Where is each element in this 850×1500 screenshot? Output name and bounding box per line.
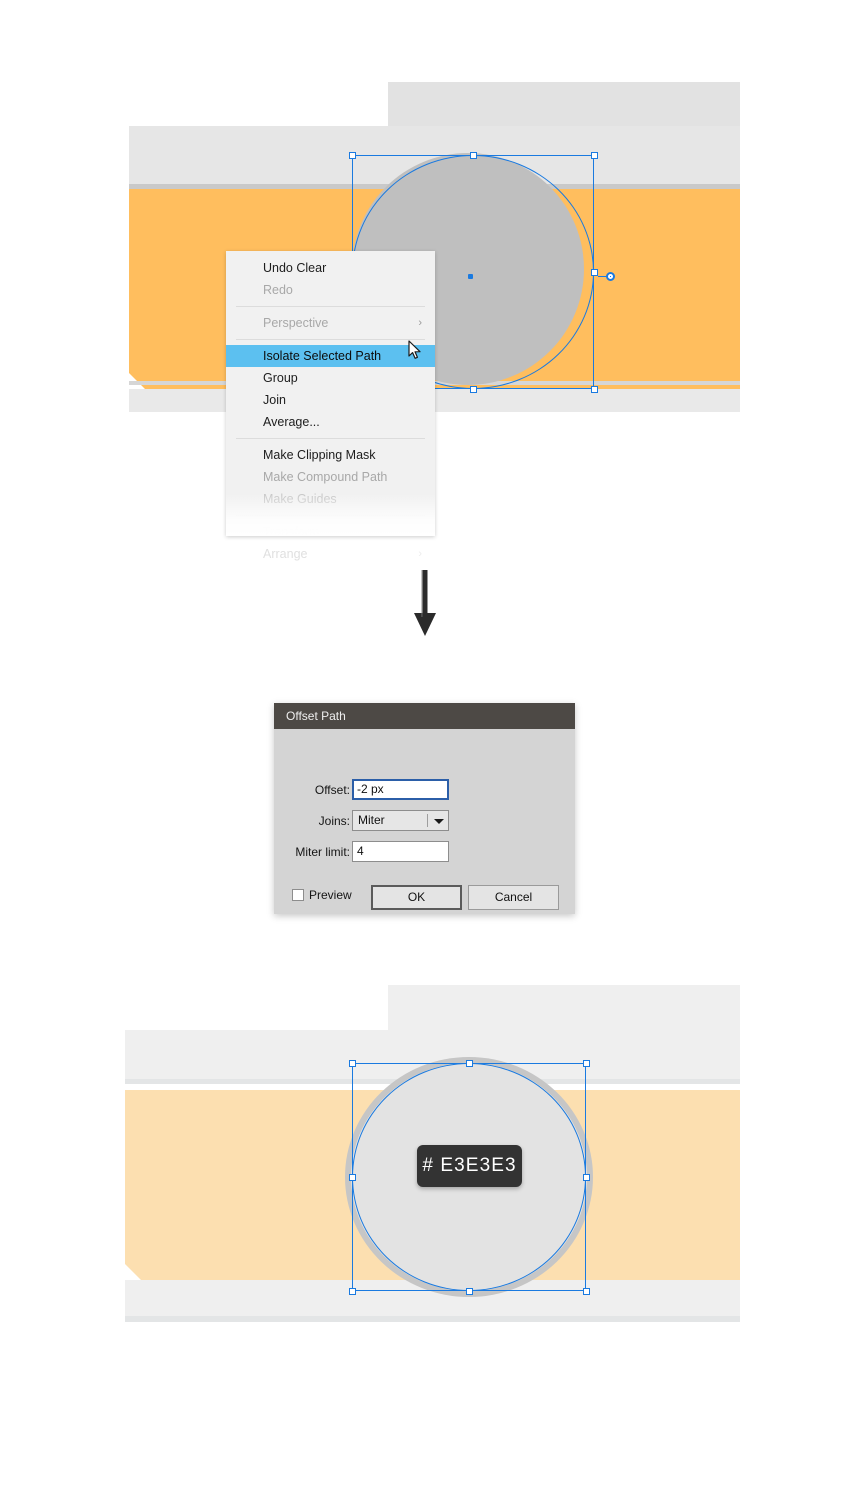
handle-bottom-right[interactable]: [583, 1288, 590, 1295]
handle-middle-left[interactable]: [349, 1174, 356, 1181]
dialog-row-miter-limit: Miter limit: 4: [274, 841, 575, 863]
hex-color-text: # E3E3E3: [422, 1155, 517, 1176]
miter-limit-label: Miter limit:: [295, 845, 350, 859]
handle-bottom-right[interactable]: [591, 386, 598, 393]
menu-item-label: Transform: [263, 525, 320, 539]
menu-item-group[interactable]: Group: [226, 367, 435, 389]
menu-item-label: Arrange: [263, 547, 308, 561]
joins-select[interactable]: Miter: [352, 810, 449, 831]
handle-bottom-center[interactable]: [466, 1288, 473, 1295]
handle-top-right[interactable]: [591, 152, 598, 159]
chevron-down-icon: [434, 818, 444, 824]
handle-top-right[interactable]: [583, 1060, 590, 1067]
chevron-right-icon: ›: [418, 317, 422, 329]
menu-item-average[interactable]: Average...: [226, 411, 435, 433]
handle-middle-right[interactable]: [591, 269, 598, 276]
menu-item-label: Redo: [263, 283, 293, 297]
menu-item-perspective[interactable]: Perspective ›: [226, 312, 435, 334]
chevron-right-icon: ›: [418, 548, 422, 560]
bottom-illustration: # E3E3E3: [120, 980, 740, 1330]
handle-bottom-left[interactable]: [349, 1288, 356, 1295]
menu-item-label: Group: [263, 371, 298, 385]
menu-item-label: Undo Clear: [263, 261, 327, 275]
menu-item-label: Make Guides: [263, 492, 337, 506]
cancel-button[interactable]: Cancel: [468, 885, 559, 910]
menu-item-arrange[interactable]: Arrange ›: [226, 543, 435, 565]
reference-point-widget[interactable]: [606, 272, 615, 281]
art-main-body-right: [730, 126, 740, 188]
context-menu[interactable]: Undo Clear Redo Perspective › Isolate Se…: [226, 251, 435, 561]
handle-top-center[interactable]: [466, 1060, 473, 1067]
menu-item-join[interactable]: Join: [226, 389, 435, 411]
down-arrow-separator: [408, 570, 442, 638]
menu-item-label: Isolate Selected Path: [263, 349, 382, 363]
menu-item-make-clipping-mask[interactable]: Make Clipping Mask: [226, 444, 435, 466]
tutorial-canvas: Undo Clear Redo Perspective › Isolate Se…: [0, 0, 850, 1500]
handle-top-left[interactable]: [349, 152, 356, 159]
offset-input[interactable]: -2 px: [352, 779, 449, 800]
handle-middle-right[interactable]: [583, 1174, 590, 1181]
offset-path-dialog[interactable]: Offset Path Offset: -2 px Joins: Miter M…: [274, 703, 575, 914]
menu-separator-1: [236, 306, 425, 307]
menu-item-label: Average...: [263, 415, 320, 429]
handle-top-left[interactable]: [349, 1060, 356, 1067]
menu-item-label: Make Clipping Mask: [263, 448, 376, 462]
hex-color-badge: # E3E3E3: [417, 1145, 522, 1187]
menu-item-undo-clear[interactable]: Undo Clear: [226, 257, 435, 279]
mouse-cursor-icon: [408, 340, 422, 360]
menu-item-make-guides[interactable]: Make Guides: [226, 488, 435, 510]
preview-checkbox[interactable]: [292, 889, 304, 901]
menu-item-redo[interactable]: Redo: [226, 279, 435, 301]
selection-center-point: [468, 274, 473, 279]
dialog-row-joins: Joins: Miter: [274, 810, 575, 832]
dialog-body: Offset: -2 px Joins: Miter Miter limit: …: [274, 729, 575, 910]
art-base-divider: [125, 1316, 740, 1322]
chevron-right-icon: ›: [418, 526, 422, 538]
menu-separator-2: [236, 339, 425, 340]
menu-item-label: Make Compound Path: [263, 470, 388, 484]
miter-limit-input[interactable]: 4: [352, 841, 449, 862]
ok-button[interactable]: OK: [371, 885, 462, 910]
handle-top-center[interactable]: [470, 152, 477, 159]
joins-select-value: Miter: [358, 813, 385, 827]
joins-label: Joins:: [318, 814, 350, 828]
menu-separator-4: [236, 515, 425, 516]
menu-item-transform[interactable]: Transform ›: [226, 521, 435, 543]
preview-label: Preview: [309, 888, 352, 902]
menu-item-isolate-selected-path[interactable]: Isolate Selected Path: [226, 345, 435, 367]
menu-item-label: Join: [263, 393, 286, 407]
dialog-title-text: Offset Path: [286, 709, 346, 723]
menu-separator-3: [236, 438, 425, 439]
menu-item-make-compound-path[interactable]: Make Compound Path: [226, 466, 435, 488]
select-divider: [427, 814, 428, 827]
dialog-row-offset: Offset: -2 px: [274, 779, 575, 801]
menu-item-label: Perspective: [263, 316, 329, 330]
dialog-title-bar: Offset Path: [274, 703, 575, 729]
preview-checkbox-row[interactable]: Preview: [292, 888, 352, 902]
offset-label: Offset:: [314, 783, 350, 797]
handle-bottom-center[interactable]: [470, 386, 477, 393]
